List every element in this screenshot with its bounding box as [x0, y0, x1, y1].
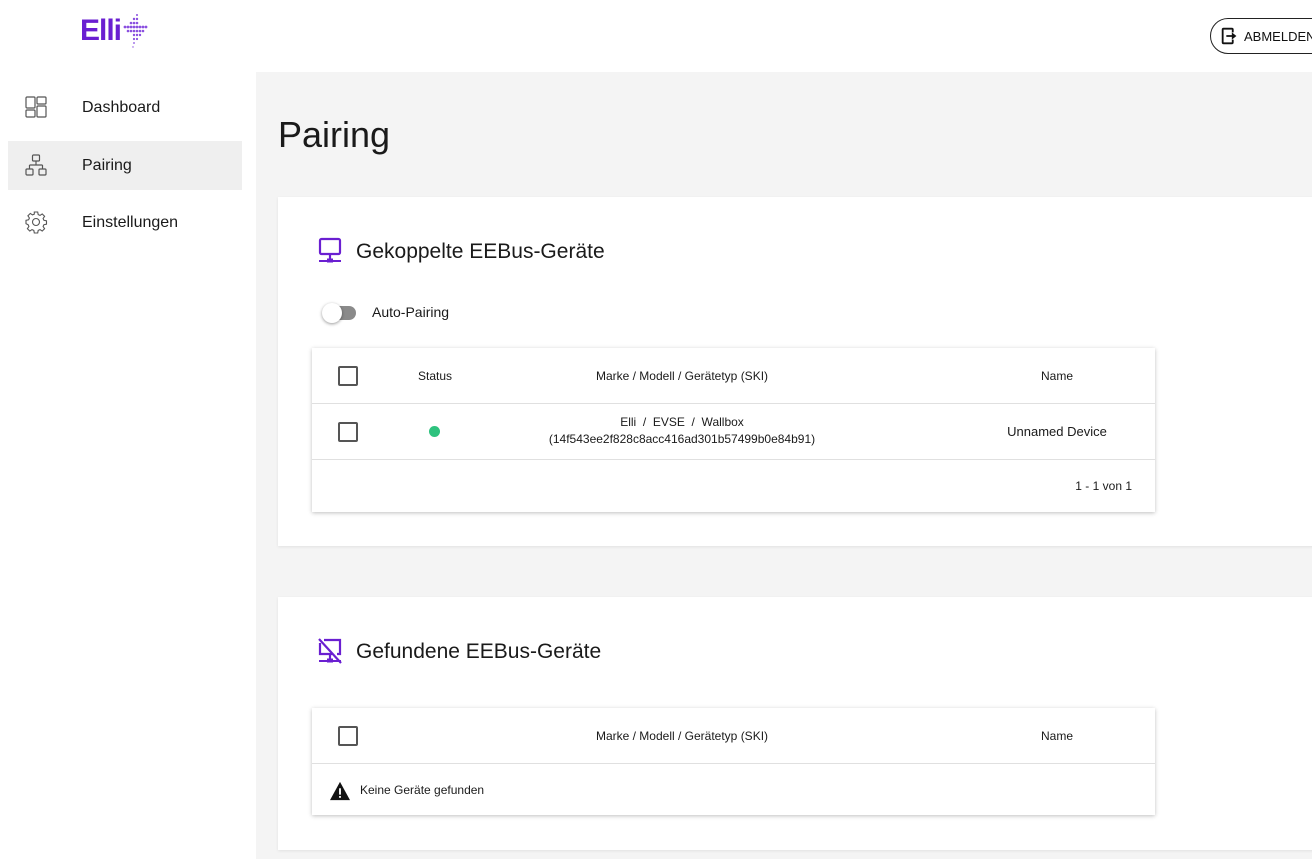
sidebar-item-label: Pairing — [82, 156, 132, 174]
status-online-indicator — [429, 426, 440, 437]
sidebar-item-label: Einstellungen — [82, 213, 179, 231]
sidebar: Dashboard Pairing Einstellungen — [0, 72, 256, 859]
found-devices-card: Gefundene EEBus-Geräte Marke / Modell / … — [278, 597, 1312, 850]
table-header-row: Marke / Modell / Gerätetyp (SKI) Name — [312, 708, 1155, 764]
device-brand-model-type: Elli / EVSE / Wallbox — [620, 415, 744, 429]
table-footer: 1 - 1 von 1 — [312, 460, 1155, 512]
main-content: Pairing Gekoppelte EEBus-Geräte Auto-Pai… — [256, 72, 1312, 859]
paired-devices-table: Status Marke / Modell / Gerätetyp (SKI) … — [312, 348, 1155, 512]
empty-state-row: Keine Geräte gefunden — [312, 764, 1155, 815]
paired-devices-card: Gekoppelte EEBus-Geräte Auto-Pairing Sta… — [278, 197, 1312, 546]
toggle-thumb — [322, 303, 342, 323]
logo-bolt-icon — [123, 14, 148, 48]
empty-state-message: Keine Geräte gefunden — [360, 783, 485, 797]
device-ski: (14f543ee2f828c8acc416ad301b57499b0e84b9… — [548, 432, 816, 446]
logout-label: ABMELDEN — [1244, 28, 1312, 44]
paired-devices-title: Gekoppelte EEBus-Geräte — [356, 240, 605, 263]
sidebar-item-label: Dashboard — [82, 98, 161, 116]
table-header-row: Status Marke / Modell / Gerätetyp (SKI) … — [312, 348, 1155, 404]
found-devices-title: Gefundene EEBus-Geräte — [356, 640, 602, 663]
table-row[interactable]: Elli / EVSE / Wallbox (14f543ee2f828c8ac… — [312, 404, 1155, 460]
logout-icon — [1221, 27, 1237, 45]
sidebar-item-dashboard[interactable]: Dashboard — [8, 83, 242, 132]
monitor-network-icon — [318, 237, 342, 263]
top-bar: Elli ABMELDEN — [0, 0, 1312, 72]
row-checkbox[interactable] — [338, 422, 358, 442]
found-devices-table: Marke / Modell / Gerätetyp (SKI) Name Ke… — [312, 708, 1155, 815]
sidebar-item-pairing[interactable]: Pairing — [8, 141, 242, 190]
sidebar-item-settings[interactable]: Einstellungen — [8, 198, 242, 247]
select-all-checkbox[interactable] — [338, 366, 358, 386]
logo-text: Elli — [80, 14, 122, 47]
select-all-checkbox[interactable] — [338, 726, 358, 746]
device-name: Unnamed Device — [1007, 424, 1107, 439]
monitor-off-icon — [318, 638, 342, 664]
dashboard-icon — [25, 96, 47, 118]
gear-icon — [25, 211, 48, 234]
column-header-device: Marke / Modell / Gerätetyp (SKI) — [595, 369, 769, 383]
warning-icon — [330, 781, 350, 801]
pagination-info: 1 - 1 von 1 — [1075, 479, 1132, 493]
column-header-device: Marke / Modell / Gerätetyp (SKI) — [595, 729, 769, 743]
network-icon — [25, 154, 47, 176]
device-cell: Elli / EVSE / Wallbox (14f543ee2f828c8ac… — [482, 414, 882, 448]
column-header-status: Status — [417, 369, 453, 383]
page-title: Pairing — [278, 114, 391, 155]
column-header-name: Name — [1040, 729, 1073, 743]
auto-pairing-toggle[interactable] — [322, 303, 358, 323]
auto-pairing-label: Auto-Pairing — [372, 304, 450, 320]
column-header-name: Name — [1040, 369, 1073, 383]
elli-logo[interactable]: Elli — [80, 12, 151, 50]
logout-button[interactable]: ABMELDEN — [1210, 18, 1312, 54]
